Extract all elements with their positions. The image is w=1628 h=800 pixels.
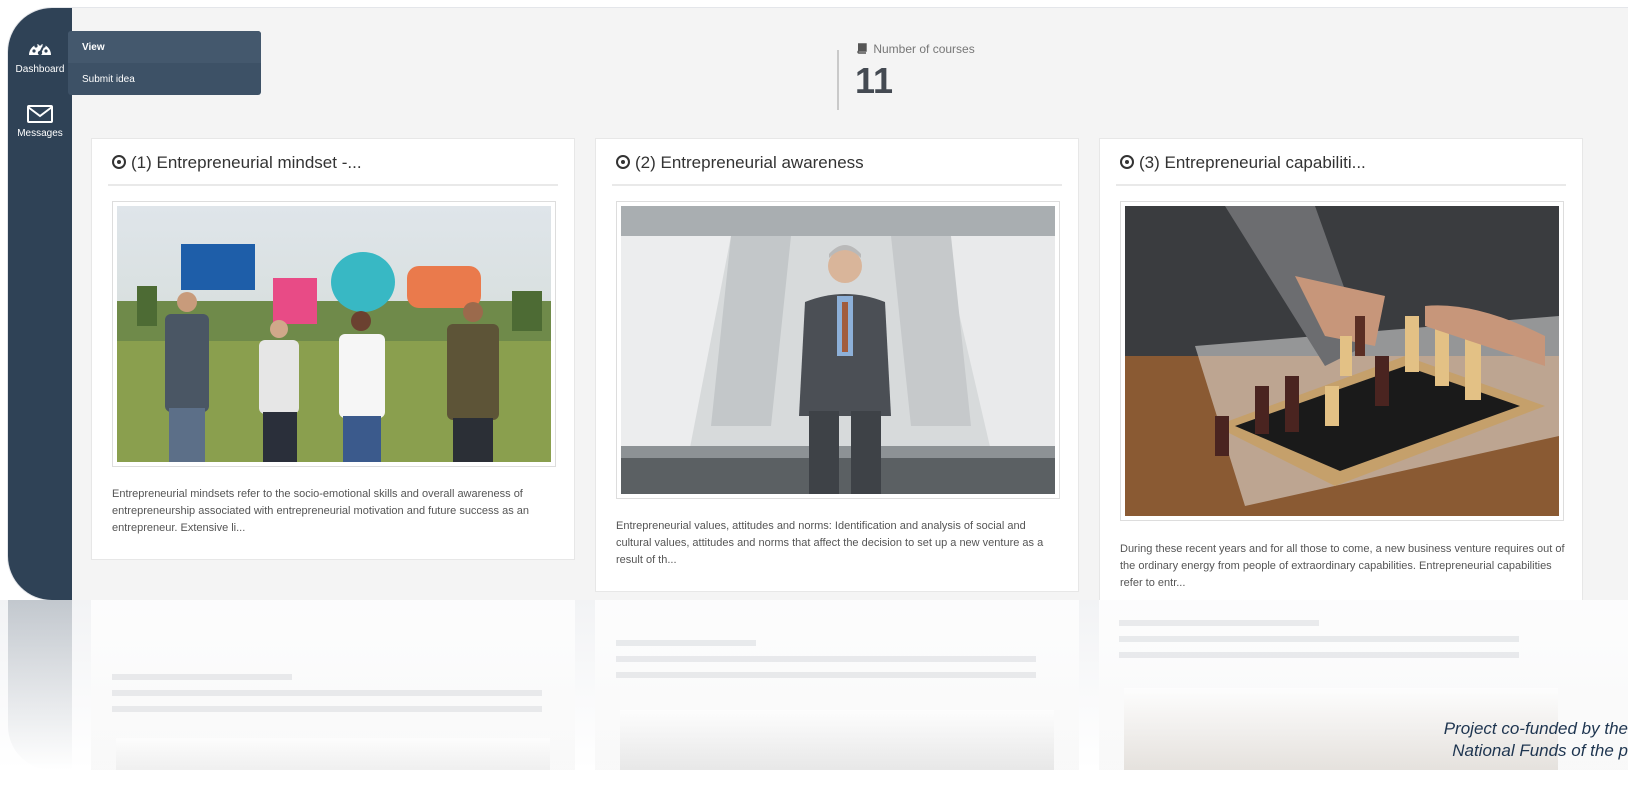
people-holding-speech-bubbles-photo[interactable] <box>112 201 556 467</box>
text-reflection <box>1119 620 1319 626</box>
courses-count-value: 11 <box>855 60 894 101</box>
businessman-standing-photo[interactable] <box>616 201 1060 499</box>
sidebar-item-label: Messages <box>17 128 63 139</box>
target-icon <box>1120 155 1134 169</box>
course-card[interactable]: (3) Entrepreneurial capabiliti... During… <box>1099 138 1583 600</box>
courses-count-label-text: Number of courses <box>873 42 975 56</box>
funding-note: Project co-funded by the National Funds … <box>1444 718 1628 762</box>
target-icon <box>616 155 630 169</box>
course-card[interactable]: (1) Entrepreneurial mindset -... Entrepr… <box>91 138 575 560</box>
sidebar-item-label: Dashboard <box>15 64 65 75</box>
course-title-text: (1) Entrepreneurial mindset -... <box>131 153 362 172</box>
text-reflection <box>112 706 542 712</box>
dashboard-dropdown-menu: View Submit idea <box>68 31 261 95</box>
course-title[interactable]: (2) Entrepreneurial awareness <box>616 153 864 173</box>
course-description: During these recent years and for all th… <box>1120 543 1565 589</box>
course-card[interactable]: (2) Entrepreneurial awareness Entreprene… <box>595 138 1079 592</box>
text-reflection <box>616 640 756 646</box>
envelope-icon <box>8 104 72 124</box>
sidebar-item-messages[interactable]: Messages <box>8 104 72 139</box>
photo-reflection <box>116 738 550 770</box>
funding-note-line-1: Project co-funded by the <box>1443 719 1628 738</box>
text-reflection <box>112 674 292 680</box>
funding-note-line-2: National Funds of the p <box>1452 741 1628 760</box>
card-divider <box>612 184 1062 186</box>
sidebar-reflection <box>8 600 72 770</box>
text-reflection <box>112 690 542 696</box>
course-title[interactable]: (3) Entrepreneurial capabiliti... <box>1120 153 1366 173</box>
target-icon <box>112 155 126 169</box>
book-icon <box>856 42 873 56</box>
menu-item-submit-idea[interactable]: Submit idea <box>82 74 135 85</box>
course-title-text: (3) Entrepreneurial capabiliti... <box>1139 153 1366 172</box>
text-reflection <box>616 656 1036 662</box>
card-divider <box>108 184 558 186</box>
stats-divider <box>837 50 839 110</box>
courses-count-label: Number of courses <box>856 42 975 56</box>
sidebar-item-dashboard[interactable]: Dashboard <box>8 38 72 75</box>
screenshot-stage: Dashboard Messages View Submit idea Numb… <box>0 0 1628 800</box>
screenshot-reflection <box>0 600 1628 800</box>
photo-reflection <box>620 710 1054 770</box>
hand-moving-chess-piece-photo[interactable] <box>1120 201 1564 521</box>
text-reflection <box>1119 652 1519 658</box>
sidebar: Dashboard Messages <box>8 8 72 600</box>
course-description: Entrepreneurial values, attitudes and no… <box>616 520 1044 566</box>
course-title[interactable]: (1) Entrepreneurial mindset -... <box>112 153 362 173</box>
text-reflection <box>616 672 1036 678</box>
app-window: Dashboard Messages View Submit idea Numb… <box>8 8 1628 600</box>
course-title-text: (2) Entrepreneurial awareness <box>635 153 864 172</box>
card-divider <box>1116 184 1566 186</box>
course-description: Entrepreneurial mindsets refer to the so… <box>112 488 530 534</box>
dashboard-gauge-icon <box>8 38 72 60</box>
menu-item-view[interactable]: View <box>82 42 105 53</box>
text-reflection <box>1119 636 1519 642</box>
